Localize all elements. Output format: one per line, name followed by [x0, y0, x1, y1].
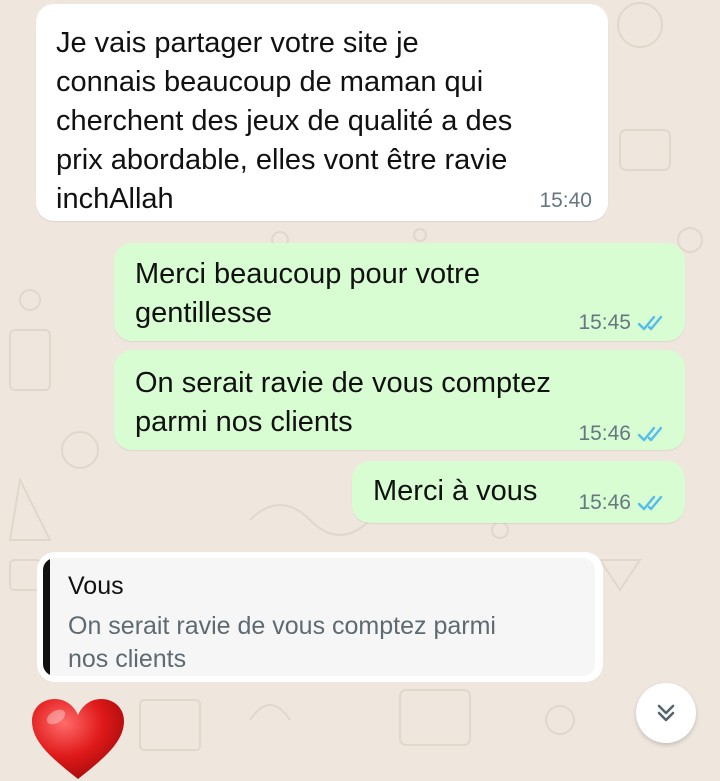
quoted-message-preview[interactable]: Vous On serait ravie de vous comptez par… [43, 558, 595, 676]
message-bubble-incoming[interactable]: Je vais partager votre site je connais b… [36, 4, 608, 221]
red-heart-emoji-icon [32, 699, 124, 779]
message-meta: 15:46 [578, 491, 667, 515]
message-meta: 15:46 [578, 422, 667, 446]
double-check-read-icon [637, 495, 663, 511]
scroll-to-bottom-button[interactable] [636, 683, 696, 743]
message-text: Merci beaucoup pour votre gentillesse [135, 258, 480, 329]
message-time: 15:40 [539, 189, 592, 212]
quoted-author: Vous [68, 572, 124, 600]
message-bubble-outgoing[interactable]: On serait ravie de vous comptez parmi no… [114, 350, 685, 450]
message-meta: 15:45 [578, 311, 667, 335]
message-timestamp: 15:40 [539, 189, 592, 213]
message-text: On serait ravie de vous comptez parmi no… [135, 367, 551, 438]
message-time: 15:46 [578, 422, 631, 445]
message-bubble-outgoing[interactable]: Merci beaucoup pour votre gentillesse 15… [114, 243, 685, 341]
quote-accent-bar [43, 558, 50, 676]
double-check-read-icon [637, 315, 663, 331]
message-bubble-outgoing[interactable]: Merci à vous 15:46 [352, 461, 685, 523]
message-text: Je vais partager votre site je connais b… [56, 27, 513, 215]
quoted-text: On serait ravie de vous comptez parmi no… [68, 612, 496, 673]
double-check-read-icon [637, 426, 663, 442]
message-time: 15:45 [578, 311, 631, 334]
message-text: Merci à vous [373, 475, 538, 507]
double-chevron-down-icon [657, 704, 675, 722]
message-time: 15:46 [578, 491, 631, 514]
quoted-reply-message[interactable]: Vous On serait ravie de vous comptez par… [37, 552, 603, 682]
